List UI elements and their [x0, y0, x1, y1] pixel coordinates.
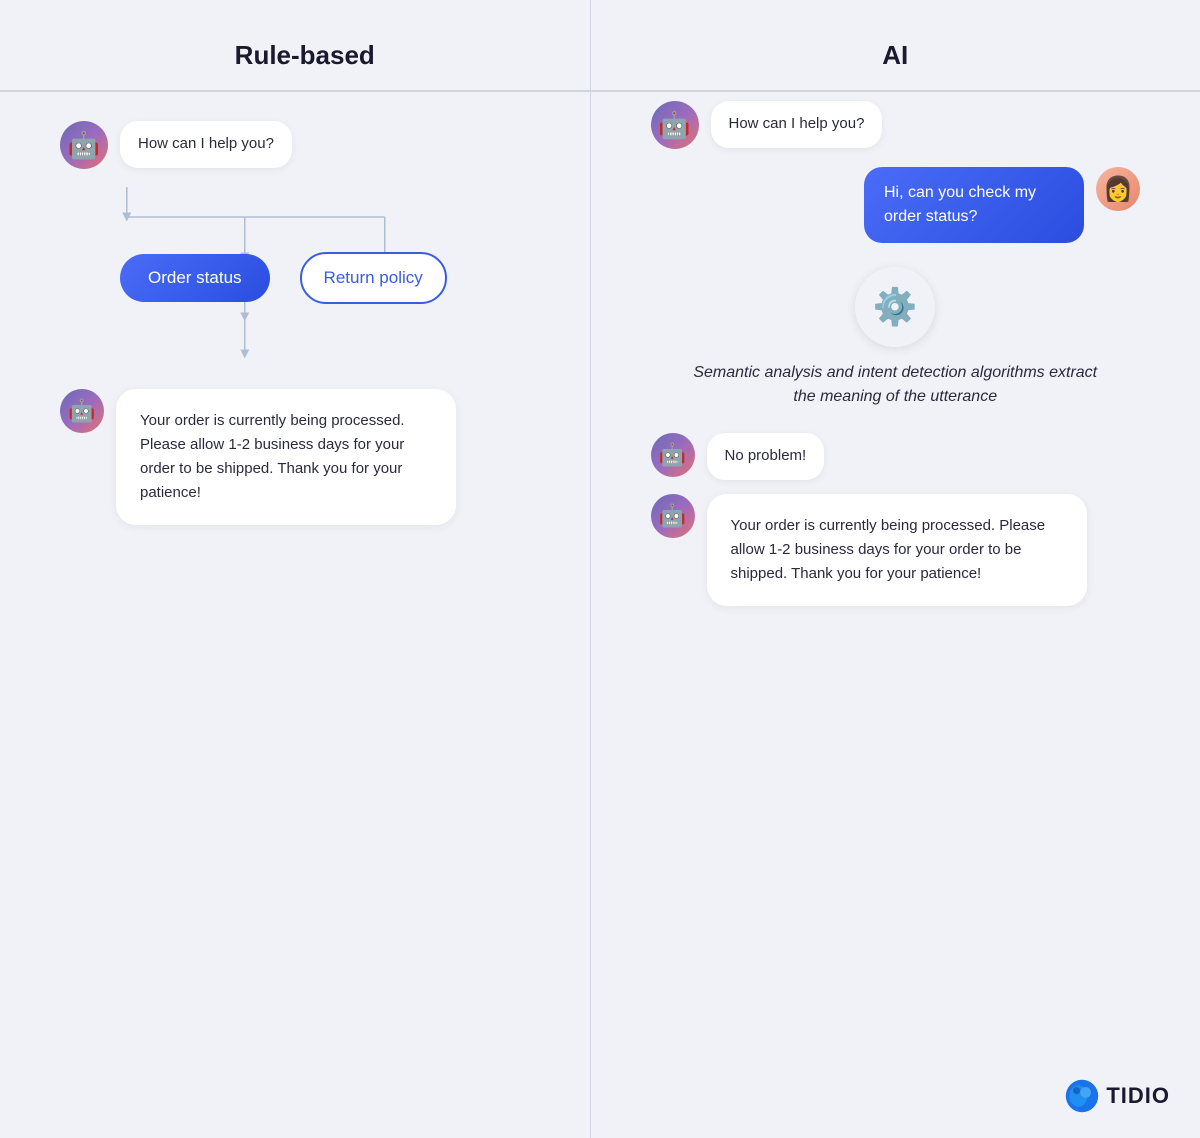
- bot-avatar-left-bottom: 🤖: [60, 389, 104, 433]
- user-avatar: 👩: [1096, 167, 1140, 211]
- flow-lines-svg-2: [60, 304, 550, 374]
- bot-avatar-right-top: 🤖: [651, 101, 699, 149]
- left-greeting-row: 🤖 How can I help you?: [60, 121, 550, 169]
- main-container: Rule-based 🤖 How can I help you?: [0, 0, 1200, 1138]
- return-policy-button[interactable]: Return policy: [300, 252, 447, 304]
- bot-reply1-bubble: No problem!: [707, 433, 825, 480]
- semantic-text: Semantic analysis and intent detection a…: [685, 361, 1105, 409]
- semantic-section: ⚙️ Semantic analysis and intent detectio…: [651, 267, 1141, 409]
- horizontal-divider: [0, 90, 1200, 92]
- left-response-card: Your order is currently being processed.…: [116, 389, 456, 525]
- bot-reply1-row: 🤖 No problem!: [651, 433, 1141, 480]
- left-response-area: 🤖 Your order is currently being processe…: [60, 389, 550, 525]
- user-message-row: 👩 Hi, can you check my order status?: [651, 167, 1141, 243]
- bot-avatar-left-top: 🤖: [60, 121, 108, 169]
- right-greeting-row: 🤖 How can I help you?: [651, 101, 1141, 149]
- gear-icon: ⚙️: [873, 286, 918, 328]
- flow-diagram: Order status Return policy: [60, 187, 550, 379]
- user-message-bubble: Hi, can you check my order status?: [864, 167, 1084, 243]
- tidio-logo: TIDIO: [1064, 1078, 1170, 1114]
- left-content: 🤖 How can I help you?: [60, 101, 550, 525]
- tidio-brand-name: TIDIO: [1106, 1083, 1170, 1109]
- gear-circle: ⚙️: [855, 267, 935, 347]
- right-greeting-bubble: How can I help you?: [711, 101, 883, 148]
- right-panel: AI 🤖 How can I help you? 👩 Hi, can you c…: [591, 0, 1200, 1138]
- left-greeting-bubble: How can I help you?: [120, 121, 292, 168]
- bot-reply2-card: Your order is currently being processed.…: [707, 494, 1087, 606]
- bot-reply2-area: 🤖 Your order is currently being processe…: [651, 494, 1141, 606]
- order-status-button[interactable]: Order status: [120, 254, 270, 302]
- bot-avatar-right-mid: 🤖: [651, 433, 695, 477]
- bot-avatar-right-bottom: 🤖: [651, 494, 695, 538]
- left-panel-header: Rule-based: [60, 40, 550, 71]
- right-panel-header: AI: [651, 40, 1141, 71]
- tidio-logo-icon: [1064, 1078, 1100, 1114]
- left-panel: Rule-based 🤖 How can I help you?: [0, 0, 591, 1138]
